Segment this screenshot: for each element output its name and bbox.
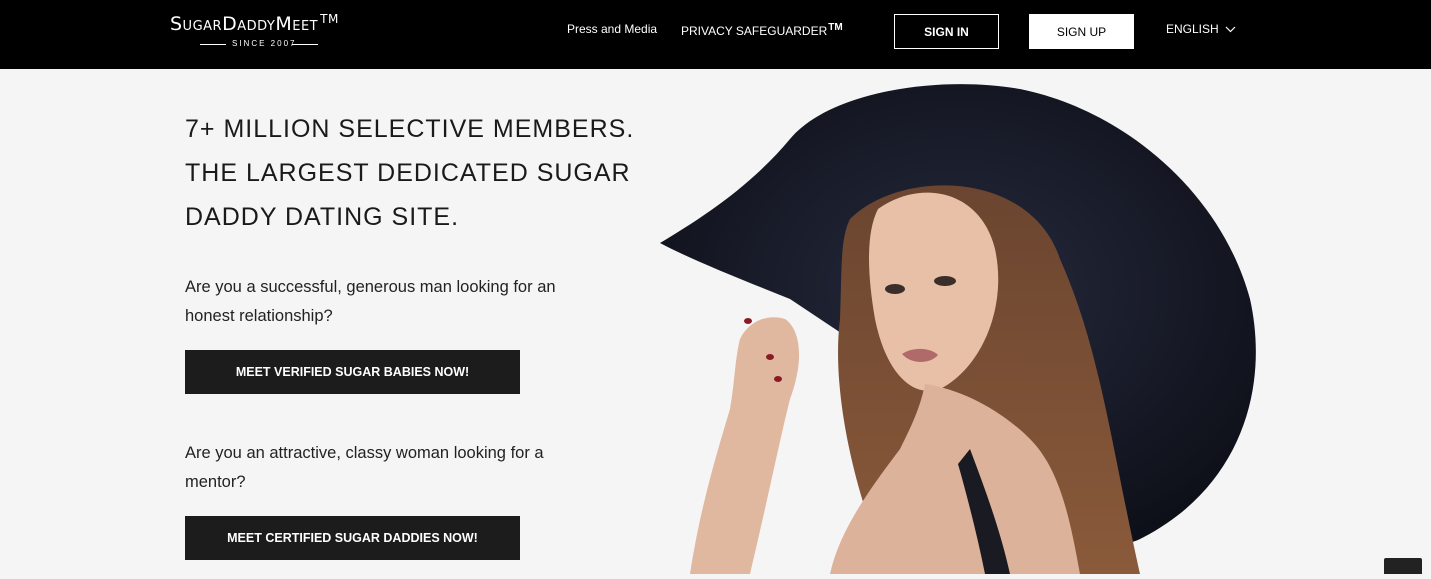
nav-privacy-trademark: TM [828, 22, 843, 33]
site-logo[interactable]: SugarDaddyMeet TM SINCE 2007 [170, 12, 370, 52]
chevron-down-icon [1225, 22, 1236, 36]
hero-headline-line: 7+ MILLION SELECTIVE MEMBERS. [185, 115, 635, 143]
question-women: Are you an attractive, classy woman look… [185, 444, 544, 491]
scroll-to-top-button[interactable] [1384, 558, 1422, 574]
hero-headline-line: DADDY DATING SITE. [185, 203, 460, 231]
logo-divider-right [292, 44, 318, 45]
meet-sugar-daddies-button[interactable]: MEET CERTIFIED SUGAR DADDIES NOW! [185, 516, 520, 560]
logo-divider-left [200, 44, 226, 45]
nav-privacy-safeguarder[interactable]: PRIVACY SAFEGUARDERTM [681, 22, 843, 38]
sign-in-button[interactable]: SIGN IN [894, 14, 999, 49]
logo-since: SINCE 2007 [232, 39, 297, 48]
sign-up-button[interactable]: SIGN UP [1029, 14, 1134, 49]
language-label: ENGLISH [1166, 22, 1219, 36]
logo-trademark: TM [320, 12, 339, 26]
language-selector[interactable]: ENGLISH [1166, 22, 1236, 36]
hero-headline: 7+ MILLION SELECTIVE MEMBERS. THE LARGES… [185, 107, 645, 239]
meet-sugar-babies-button[interactable]: MEET VERIFIED SUGAR BABIES NOW! [185, 350, 520, 394]
hero-woman-in-hat-image [640, 69, 1280, 575]
nav-press-media[interactable]: Press and Media [567, 22, 657, 36]
question-men: Are you a successful, generous man looki… [185, 278, 556, 325]
top-header: SugarDaddyMeet TM SINCE 2007 Press and Me… [0, 0, 1431, 69]
hero-headline-line: THE LARGEST DEDICATED SUGAR [185, 159, 631, 187]
nav-privacy-label: PRIVACY SAFEGUARDER [681, 24, 828, 38]
logo-text: SugarDaddyMeet [170, 13, 319, 35]
